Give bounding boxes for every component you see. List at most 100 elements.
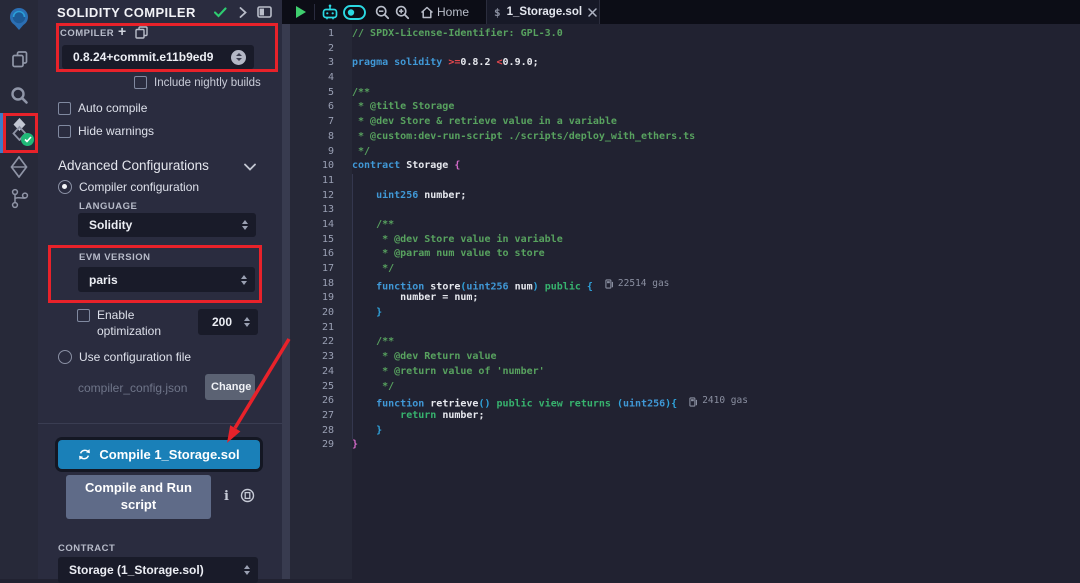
line-number: 7 [290,115,352,130]
tab-1-storage-sol[interactable]: $ 1_Storage.sol [486,0,600,24]
chevron-right-icon[interactable] [239,7,247,18]
panel-resize-handle[interactable] [282,24,290,579]
config-file-name[interactable]: compiler_config.json [78,381,187,395]
editor-line[interactable]: 18 function store(uint256 num) public {2… [290,277,1080,292]
code-line: } [352,424,382,439]
compiler-version-select[interactable]: 0.8.24+commit.e11b9ed9 [62,45,254,69]
enable-optimization-row[interactable]: Enable optimization [77,307,173,339]
editor-line[interactable]: 7 * @dev Store & retrieve value in a var… [290,115,1080,130]
code-line: /** [352,86,370,101]
home-icon[interactable] [420,6,434,19]
contract-select[interactable]: Storage (1_Storage.sol) [58,557,258,583]
use-configuration-file-row[interactable]: Use configuration file [58,350,191,364]
zoom-in-icon[interactable] [395,5,410,20]
solidity-file-icon: $ [494,6,501,19]
editor-line[interactable]: 6 * @title Storage [290,100,1080,115]
compile-button[interactable]: Compile 1_Storage.sol [58,440,260,469]
editor-line[interactable]: 27 return number; [290,409,1080,424]
line-number: 14 [290,218,352,233]
editor-line[interactable]: 17 */ [290,262,1080,277]
editor-line[interactable]: 23 * @dev Return value [290,350,1080,365]
line-number: 18 [290,277,352,292]
compiler-configuration-row[interactable]: Compiler configuration [58,180,199,194]
info-icon[interactable]: i [224,489,229,504]
use-configuration-file-radio[interactable] [58,350,72,364]
optimization-runs-value: 200 [212,315,244,329]
line-number: 25 [290,380,352,395]
compiler-configuration-radio[interactable] [58,180,72,194]
code-line: */ [352,380,394,395]
line-number: 28 [290,424,352,439]
editor-line[interactable]: 24 * @return value of 'number' [290,365,1080,380]
search-icon[interactable] [10,86,29,105]
use-configuration-file-label: Use configuration file [79,350,191,364]
nightly-checkbox[interactable] [134,76,147,89]
compiler-configuration-label: Compiler configuration [79,180,199,194]
language-select[interactable]: Solidity [78,213,256,237]
compile-and-run-button[interactable]: Compile and Run script [66,475,211,519]
editor-line[interactable]: 16 * @param num value to store [290,247,1080,262]
editor-line[interactable]: 1// SPDX-License-Identifier: GPL-3.0 [290,27,1080,42]
editor-line[interactable]: 29} [290,438,1080,453]
enable-optimization-checkbox[interactable] [77,309,90,322]
include-nightly-row[interactable]: Include nightly builds [134,76,261,89]
hide-warnings-label: Hide warnings [78,124,154,138]
panel-title: SOLIDITY COMPILER [57,5,196,20]
remix-logo[interactable] [6,6,32,32]
copy-icon[interactable] [240,488,255,503]
editor-line[interactable]: 21 [290,321,1080,336]
line-number: 15 [290,233,352,248]
contract-section-label: CONTRACT [58,543,115,554]
chevron-down-icon[interactable] [244,163,256,171]
editor-line[interactable]: 13 [290,203,1080,218]
line-number: 3 [290,56,352,71]
editor-line[interactable]: 4 [290,71,1080,86]
section-divider [38,423,290,424]
run-script-icon[interactable] [295,5,307,19]
code-line: function store(uint256 num) public {2251… [352,277,669,292]
editor-line[interactable]: 3pragma solidity >=0.8.2 <0.9.0; [290,56,1080,71]
hide-warnings-row[interactable]: Hide warnings [58,124,154,138]
code-line: number = num; [352,291,478,306]
code-editor[interactable]: 1// SPDX-License-Identifier: GPL-3.023pr… [290,24,1080,579]
deploy-run-icon[interactable] [9,155,29,178]
zoom-out-icon[interactable] [375,5,390,20]
line-number: 12 [290,189,352,204]
line-number: 4 [290,71,352,86]
editor-line[interactable]: 15 * @dev Store value in variable [290,233,1080,248]
gas-estimate: 22514 gas [605,277,669,292]
file-explorer-icon[interactable] [9,48,30,69]
editor-line[interactable]: 8 * @custom:dev-run-script ./scripts/dep… [290,130,1080,145]
active-plugin-indicator [0,113,3,153]
hide-warnings-checkbox[interactable] [58,125,71,138]
editor-line[interactable]: 2 [290,42,1080,57]
advanced-configurations-title[interactable]: Advanced Configurations [58,158,209,173]
evm-version-select[interactable]: paris [78,267,255,292]
editor-line[interactable]: 11 [290,174,1080,189]
language-label: LANGUAGE [79,201,137,212]
copy-compiler-icon[interactable] [135,26,148,39]
optimization-runs-input[interactable]: 200 [198,309,258,335]
editor-line[interactable]: 14 /** [290,218,1080,233]
editor-line[interactable]: 26 function retrieve() public view retur… [290,394,1080,409]
git-icon[interactable] [10,188,29,209]
stepper-icon [241,275,247,285]
tab-close-icon[interactable] [588,8,597,17]
editor-line[interactable]: 28 } [290,424,1080,439]
ai-copilot-toggle-icon[interactable] [343,5,366,20]
editor-line[interactable]: 20 } [290,306,1080,321]
auto-compile-checkbox[interactable] [58,102,71,115]
editor-line[interactable]: 25 */ [290,380,1080,395]
change-config-button[interactable]: Change [205,374,255,400]
pin-panel-icon[interactable] [257,6,272,18]
editor-line[interactable]: 9 */ [290,145,1080,160]
editor-line[interactable]: 19 number = num; [290,291,1080,306]
add-compiler-icon[interactable]: + [118,23,126,39]
ai-assistant-robot-icon[interactable] [321,3,339,21]
editor-line[interactable]: 12 uint256 number; [290,189,1080,204]
home-button[interactable]: Home [437,5,469,19]
editor-line[interactable]: 5/** [290,86,1080,101]
editor-line[interactable]: 22 /** [290,335,1080,350]
auto-compile-row[interactable]: Auto compile [58,101,147,115]
editor-line[interactable]: 10contract Storage { [290,159,1080,174]
